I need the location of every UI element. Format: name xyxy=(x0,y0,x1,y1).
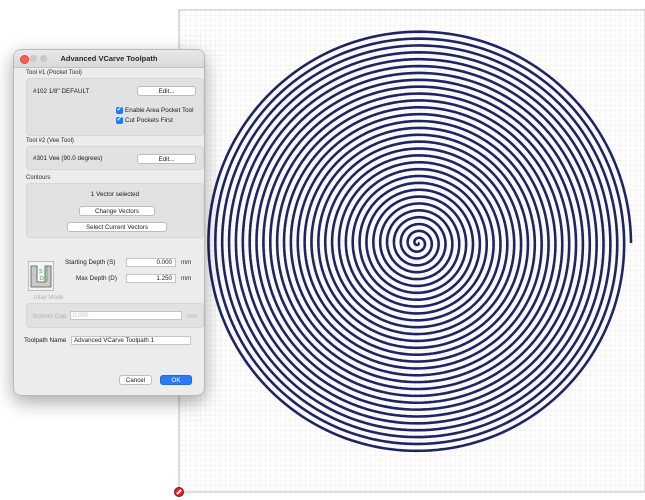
cancel-button[interactable]: Cancel xyxy=(119,375,152,385)
tool1-edit-button[interactable]: Edit... xyxy=(137,86,196,96)
starting-depth-unit: mm xyxy=(181,259,192,266)
tool2-edit-button[interactable]: Edit... xyxy=(137,154,196,164)
enable-area-pocket-checkbox[interactable] xyxy=(116,105,123,114)
toolpath-name-input[interactable]: Advanced VCarve Toolpath 1 xyxy=(71,336,191,345)
contours-group: 1 Vector selected Change Vectors Select … xyxy=(26,183,204,238)
dialog-title: Advanced VCarve Toolpath xyxy=(60,54,158,63)
max-depth-input[interactable]: 1.250 xyxy=(126,274,176,283)
depth-diagram-icon: S D xyxy=(28,261,54,291)
tool1-name: #102 1/8" DEFAULT xyxy=(33,88,90,95)
starting-depth-label: Starting Depth (S) xyxy=(65,259,116,266)
origin-marker-icon xyxy=(174,487,184,497)
tool2-section-label: Tool #2 (Vee Tool) xyxy=(26,138,74,144)
tool1-section-label: Tool #1 (Pocket Tool) xyxy=(26,70,82,76)
cut-pockets-first-label: Cut Pockets First xyxy=(125,117,173,124)
select-current-vectors-button[interactable]: Select Current Vectors xyxy=(67,222,167,232)
contours-section-label: Contours xyxy=(26,175,51,181)
svg-text:S: S xyxy=(39,269,43,275)
cut-pockets-first-checkbox[interactable] xyxy=(116,115,123,124)
inlay-mode-label[interactable]: Inlay Mode xyxy=(34,295,63,301)
advanced-vcarve-dialog: Advanced VCarve Toolpath Tool #1 (Pocket… xyxy=(13,49,205,396)
titlebar[interactable]: Advanced VCarve Toolpath xyxy=(14,50,204,68)
vector-selection-text: 1 Vector selected xyxy=(90,191,140,198)
tool1-group: #102 1/8" DEFAULT Edit... Enable Area Po… xyxy=(26,78,204,136)
tool2-group: #301 Vee (90.0 degrees) Edit... xyxy=(26,146,204,170)
toolpath-name-label: Toolpath Name xyxy=(24,337,67,344)
max-depth-unit: mm xyxy=(181,275,192,282)
change-vectors-button[interactable]: Change Vectors xyxy=(79,206,155,216)
starting-depth-input[interactable]: 0.000 xyxy=(126,258,176,267)
max-depth-label: Max Depth (D) xyxy=(76,275,117,282)
enable-area-pocket-label: Enable Area Pocket Tool xyxy=(125,107,194,114)
bottom-gap-input[interactable]: 0.000 xyxy=(70,311,182,320)
bottom-gap-label: Bottom Gap xyxy=(33,313,67,320)
inlay-mode-group: Bottom Gap 0.000 mm xyxy=(26,303,204,328)
bottom-gap-unit: mm xyxy=(187,313,198,320)
ok-button[interactable]: OK xyxy=(160,375,192,385)
svg-text:D: D xyxy=(40,276,44,282)
tool2-name: #301 Vee (90.0 degrees) xyxy=(33,155,103,162)
